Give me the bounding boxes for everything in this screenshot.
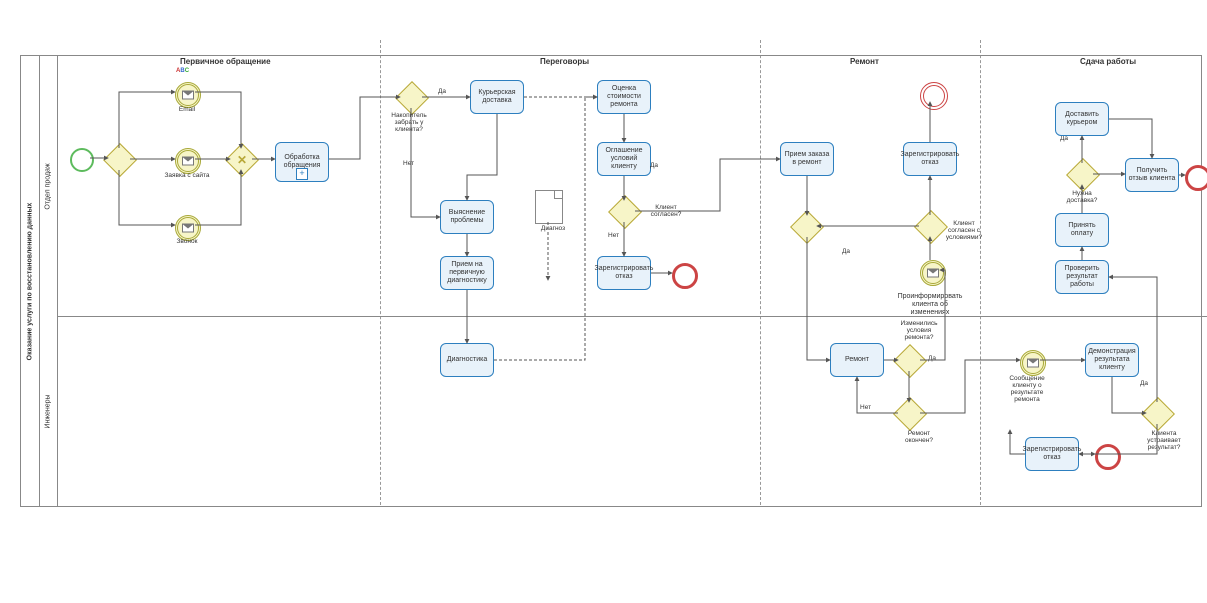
task-label: Диагностика [447, 356, 488, 364]
artifact-diagnosis[interactable] [535, 190, 563, 224]
task-register-refuse-3[interactable]: Зарегистрировать отказ [1025, 437, 1079, 471]
task-label: Зарегистрировать отказ [1023, 446, 1082, 461]
task-label: Прием на первичную диагностику [443, 261, 491, 284]
gateway-label-agree2: Клиент согласен с условиями? [940, 220, 988, 241]
artifact-label-diagnosis: Диагноз [528, 225, 578, 232]
gateway-label-agree: Клиент согласен? [642, 204, 690, 218]
task-label: Зарегистрировать отказ [901, 151, 960, 166]
task-label: Оценка стоимости ремонта [600, 85, 648, 108]
task-get-feedback[interactable]: Получить отзыв клиента [1125, 158, 1179, 192]
task-label: Принять оплату [1058, 222, 1106, 237]
task-courier-delivery[interactable]: Курьерская доставка [470, 80, 524, 114]
task-check-result[interactable]: Проверить результат работы [1055, 260, 1109, 294]
task-label: Получить отзыв клиента [1128, 167, 1176, 182]
task-register-refuse-2[interactable]: Зарегистрировать отказ [903, 142, 957, 176]
abc-icon: ABC [176, 68, 189, 74]
gateway-label-need-delivery: Нужна доставка? [1058, 190, 1106, 204]
task-label: Проверить результат работы [1058, 265, 1106, 288]
task-register-refuse-1[interactable]: Зарегистрировать отказ [597, 256, 651, 290]
event-start[interactable] [70, 148, 94, 172]
lane-sales: Отдел продаж [39, 56, 58, 316]
task-label: Прием заказа в ремонт [783, 151, 831, 166]
task-cost-estimate[interactable]: Оценка стоимости ремонта [597, 80, 651, 114]
event-result-msg[interactable] [1020, 350, 1046, 376]
task-repair[interactable]: Ремонт [830, 343, 884, 377]
task-primary-diag[interactable]: Прием на первичную диагностику [440, 256, 494, 290]
event-label-call: Звонок [162, 238, 212, 245]
task-announce-terms[interactable]: Оглашение условий клиенту [597, 142, 651, 176]
event-inform-client[interactable] [920, 260, 946, 286]
flow-label-no-1: Нет [403, 160, 414, 167]
lane-engineers: Инженеры [39, 316, 58, 506]
flow-label-yes-3: Да [842, 248, 850, 255]
flow-label-yes-2: Да [650, 162, 658, 169]
gateway-label-done: Ремонт окончен? [895, 430, 943, 444]
flow-label-no-4: Нет [860, 404, 871, 411]
task-label: Выяснение проблемы [443, 209, 491, 224]
flow-label-yes-4: Да [928, 355, 936, 362]
gateway-label-pickup: Накопитель забрать у клиента? [385, 112, 433, 133]
task-process-request[interactable]: Обработка обращения + [275, 142, 329, 182]
event-label-site: Заявка с сайта [162, 172, 212, 179]
event-msg-email[interactable] [175, 82, 201, 108]
task-figure-problem[interactable]: Выяснение проблемы [440, 200, 494, 234]
task-deliver-courier[interactable]: Доставить курьером [1055, 102, 1109, 136]
task-label: Проинформировать клиента об изменениях [898, 293, 963, 316]
task-accept-payment[interactable]: Принять оплату [1055, 213, 1109, 247]
task-accept-order[interactable]: Прием заказа в ремонт [780, 142, 834, 176]
flow-label-yes-6: Да [1060, 135, 1068, 142]
bpmn-diagram: Первичное обращение Переговоры Ремонт Сд… [0, 0, 1207, 603]
task-label: Зарегистрировать отказ [595, 265, 654, 280]
subprocess-marker-icon: + [296, 168, 308, 180]
lane-separator [57, 316, 1207, 317]
event-end-refuse-1[interactable] [672, 263, 698, 289]
flow-label-yes-1: Да [438, 88, 446, 95]
flow-label-no-2: Нет [608, 232, 619, 239]
task-demo-result[interactable]: Демонстрация результата клиенту [1085, 343, 1139, 377]
event-label-result-msg: Сообщение клиенту о результате ремонта [1003, 375, 1051, 404]
pool-title: Оказание услуги по восстановлению данных [21, 56, 40, 506]
task-label: Ремонт [845, 356, 869, 364]
gateway-label-changed: Изменились условия ремонта? [895, 320, 943, 341]
event-end-refuse-2[interactable] [920, 82, 948, 110]
flow-label-yes-5: Да [1140, 380, 1148, 387]
gateway-label-ok: Клиента устраивает результат? [1140, 430, 1188, 451]
task-diagnostics[interactable]: Диагностика [440, 343, 494, 377]
event-end-refuse-3[interactable] [1095, 444, 1121, 470]
task-inform-client-label: Проинформировать клиента об изменениях [903, 288, 957, 322]
task-label: Оглашение условий клиенту [600, 147, 648, 170]
task-label: Доставить курьером [1058, 111, 1106, 126]
event-msg-site[interactable] [175, 148, 201, 174]
task-label: Курьерская доставка [473, 89, 521, 104]
task-label: Демонстрация результата клиенту [1088, 348, 1136, 371]
event-end-final[interactable] [1185, 165, 1207, 191]
event-label-email: Email [162, 106, 212, 113]
